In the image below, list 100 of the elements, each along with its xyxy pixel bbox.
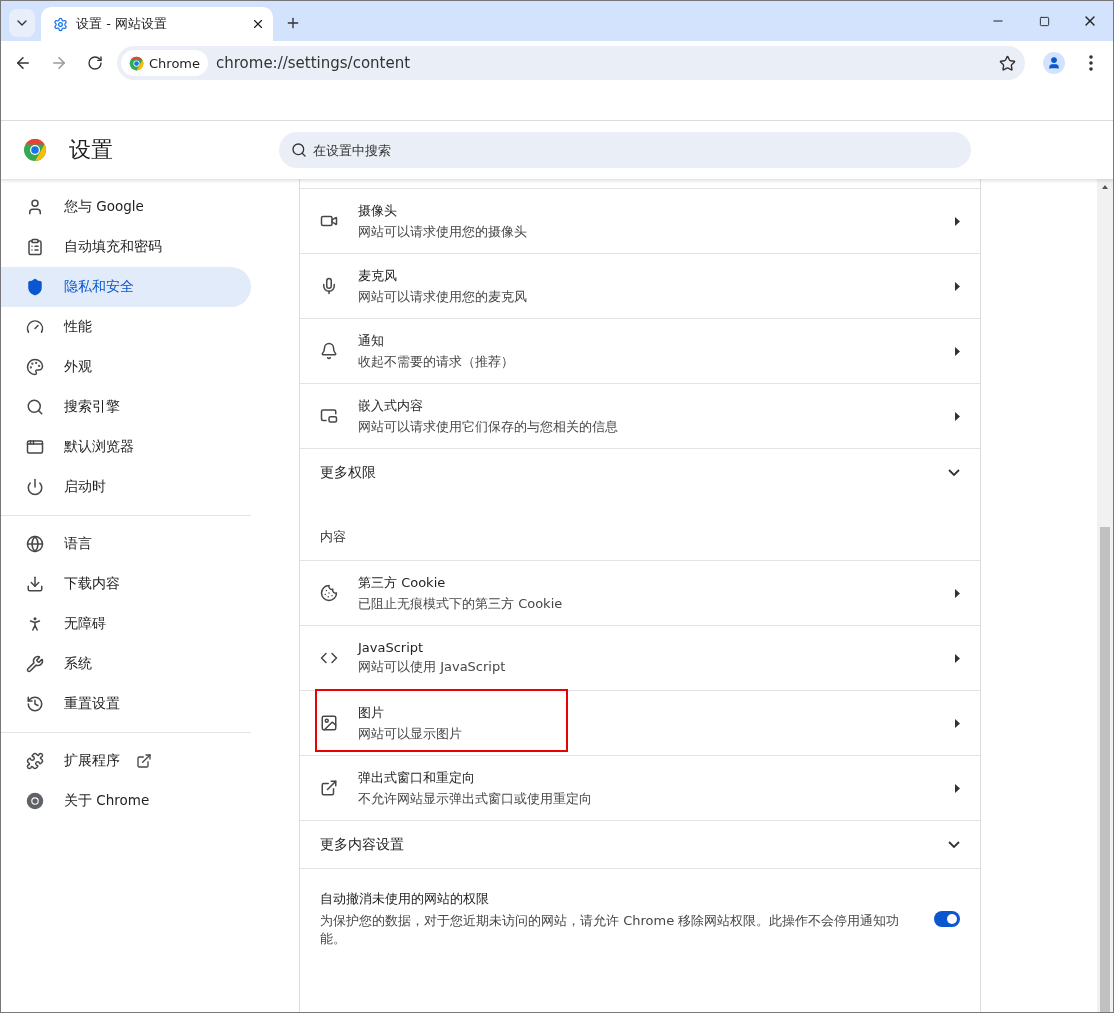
- wrench-icon: [26, 655, 44, 673]
- settings-row[interactable]: 通知 收起不需要的请求（推荐）: [300, 318, 980, 383]
- sidebar-label: 您与 Google: [64, 198, 144, 216]
- plus-icon: [285, 15, 301, 31]
- triangle-right-icon: [955, 346, 960, 356]
- sidebar-label: 系统: [64, 655, 92, 673]
- row-subtitle: 已阻止无痕模式下的第三方 Cookie: [358, 594, 564, 613]
- row-title: 图片: [358, 703, 385, 722]
- popup-icon: [320, 779, 338, 797]
- triangle-right-icon: [955, 653, 960, 663]
- sidebar-item[interactable]: 扩展程序: [1, 741, 251, 781]
- triangle-right-icon: [955, 216, 960, 226]
- settings-row[interactable]: 图片 网站可以显示图片: [300, 690, 980, 755]
- row-title: 通知: [358, 331, 385, 350]
- embedded-content-icon: [320, 407, 338, 425]
- sidebar-item[interactable]: 您与 Google: [1, 187, 251, 227]
- address-bar[interactable]: Chrome chrome://settings/content: [117, 46, 1025, 80]
- sidebar-label: 性能: [64, 318, 92, 336]
- gauge-icon: [26, 318, 44, 336]
- sidebar-label: 下载内容: [64, 575, 120, 593]
- row-subtitle: 网站可以显示图片: [358, 724, 463, 743]
- more-vertical-icon: [1089, 55, 1093, 71]
- sidebar-label: 语言: [64, 535, 92, 553]
- cookie-icon: [320, 584, 338, 602]
- browser-tab[interactable]: 设置 - 网站设置: [41, 7, 273, 41]
- expand-label: 更多权限: [320, 463, 377, 482]
- sidebar-label: 自动填充和密码: [64, 238, 162, 256]
- puzzle-icon: [26, 752, 44, 770]
- settings-row[interactable]: JavaScript 网站可以使用 JavaScript: [300, 625, 980, 690]
- triangle-right-icon: [955, 411, 960, 421]
- row-title: 嵌入式内容: [358, 396, 424, 415]
- sidebar-item[interactable]: 系统: [1, 644, 251, 684]
- search-icon: [291, 142, 307, 158]
- person-icon: [26, 198, 44, 216]
- download-icon: [26, 575, 44, 593]
- shield-icon: [26, 278, 44, 296]
- sidebar-label: 隐私和安全: [64, 278, 134, 296]
- sidebar-label: 扩展程序: [64, 752, 120, 770]
- sidebar-label: 启动时: [64, 478, 106, 496]
- setting-description: 为保护您的数据，对于您近期未访问的网站，请允许 Chrome 移除网站权限。此操作不会停用通知功能。: [320, 911, 901, 948]
- section-heading: 内容: [320, 528, 346, 546]
- tab-list-button[interactable]: [9, 9, 35, 37]
- sidebar-item[interactable]: 外观: [1, 347, 251, 387]
- forward-arrow-icon: [50, 54, 68, 72]
- toggle-switch[interactable]: [934, 910, 960, 927]
- sidebar-item[interactable]: 启动时: [1, 467, 251, 507]
- sidebar-label: 重置设置: [64, 695, 120, 713]
- chrome-logo-icon: [129, 55, 144, 71]
- settings-row[interactable]: 摄像头 网站可以请求使用您的摄像头: [300, 188, 980, 253]
- sidebar-item[interactable]: 搜索引擎: [1, 387, 251, 427]
- history-icon: [26, 695, 44, 713]
- person-icon: [1047, 56, 1061, 70]
- sidebar-item[interactable]: 默认浏览器: [1, 427, 251, 467]
- triangle-right-icon: [955, 588, 960, 598]
- chrome-icon: [26, 792, 44, 810]
- sidebar-item[interactable]: 隐私和安全: [1, 267, 251, 307]
- site-chip[interactable]: Chrome: [121, 50, 208, 76]
- search-field[interactable]: 在设置中搜索: [279, 132, 971, 168]
- clipboard-icon: [26, 238, 44, 256]
- power-icon: [26, 478, 44, 496]
- expand-row[interactable]: 更多权限: [300, 448, 980, 496]
- row-subtitle: 不允许网站显示弹出式窗口或使用重定向: [358, 789, 593, 808]
- star-icon: [998, 54, 1016, 72]
- maximize-icon: [1038, 15, 1050, 27]
- triangle-right-icon: [955, 281, 960, 291]
- sidebar-item[interactable]: 下载内容: [1, 564, 251, 604]
- sidebar-label: 搜索引擎: [64, 398, 120, 416]
- settings-row[interactable]: 麦克风 网站可以请求使用您的麦克风: [300, 253, 980, 318]
- expand-label: 更多内容设置: [320, 835, 405, 854]
- settings-row[interactable]: 弹出式窗口和重定向 不允许网站显示弹出式窗口或使用重定向: [300, 755, 980, 820]
- expand-row[interactable]: 更多内容设置: [300, 820, 980, 868]
- profile-button[interactable]: [1043, 52, 1065, 74]
- page-title: 设置: [69, 136, 114, 164]
- settings-row[interactable]: 嵌入式内容 网站可以请求使用它们保存的与您相关的信息: [300, 383, 980, 448]
- sidebar-item[interactable]: 性能: [1, 307, 251, 347]
- triangle-right-icon: [955, 783, 960, 793]
- sidebar-label: 无障碍: [64, 615, 106, 633]
- sidebar-item[interactable]: 重置设置: [1, 684, 251, 724]
- settings-row[interactable]: 第三方 Cookie 已阻止无痕模式下的第三方 Cookie: [300, 560, 980, 625]
- sidebar-item[interactable]: 自动填充和密码: [1, 227, 251, 267]
- row-subtitle: 网站可以请求使用它们保存的与您相关的信息: [358, 417, 619, 436]
- scrollbar-drawing[interactable]: [1097, 179, 1113, 1012]
- sidebar-item[interactable]: 关于 Chrome: [1, 781, 251, 821]
- sidebar-label: 关于 Chrome: [64, 792, 150, 810]
- sidebar-item[interactable]: 无障碍: [1, 604, 251, 644]
- row-title: 第三方 Cookie: [358, 573, 447, 592]
- globe-icon: [26, 535, 44, 553]
- row-subtitle: 网站可以使用 JavaScript: [358, 658, 507, 676]
- row-subtitle: 网站可以请求使用您的麦克风: [358, 287, 528, 306]
- palette-icon: [26, 358, 44, 376]
- settings-icon: [53, 16, 68, 32]
- url-text: chrome://settings/content: [216, 54, 412, 72]
- image-icon: [320, 714, 338, 732]
- row-subtitle: 网站可以请求使用您的摄像头: [358, 222, 528, 241]
- sidebar-item[interactable]: 语言: [1, 524, 251, 564]
- bell-icon: [320, 342, 338, 360]
- browser-window-icon: [26, 438, 44, 456]
- close-icon[interactable]: [251, 17, 265, 31]
- row-subtitle: 收起不需要的请求（推荐）: [358, 352, 515, 371]
- reload-icon: [87, 55, 103, 71]
